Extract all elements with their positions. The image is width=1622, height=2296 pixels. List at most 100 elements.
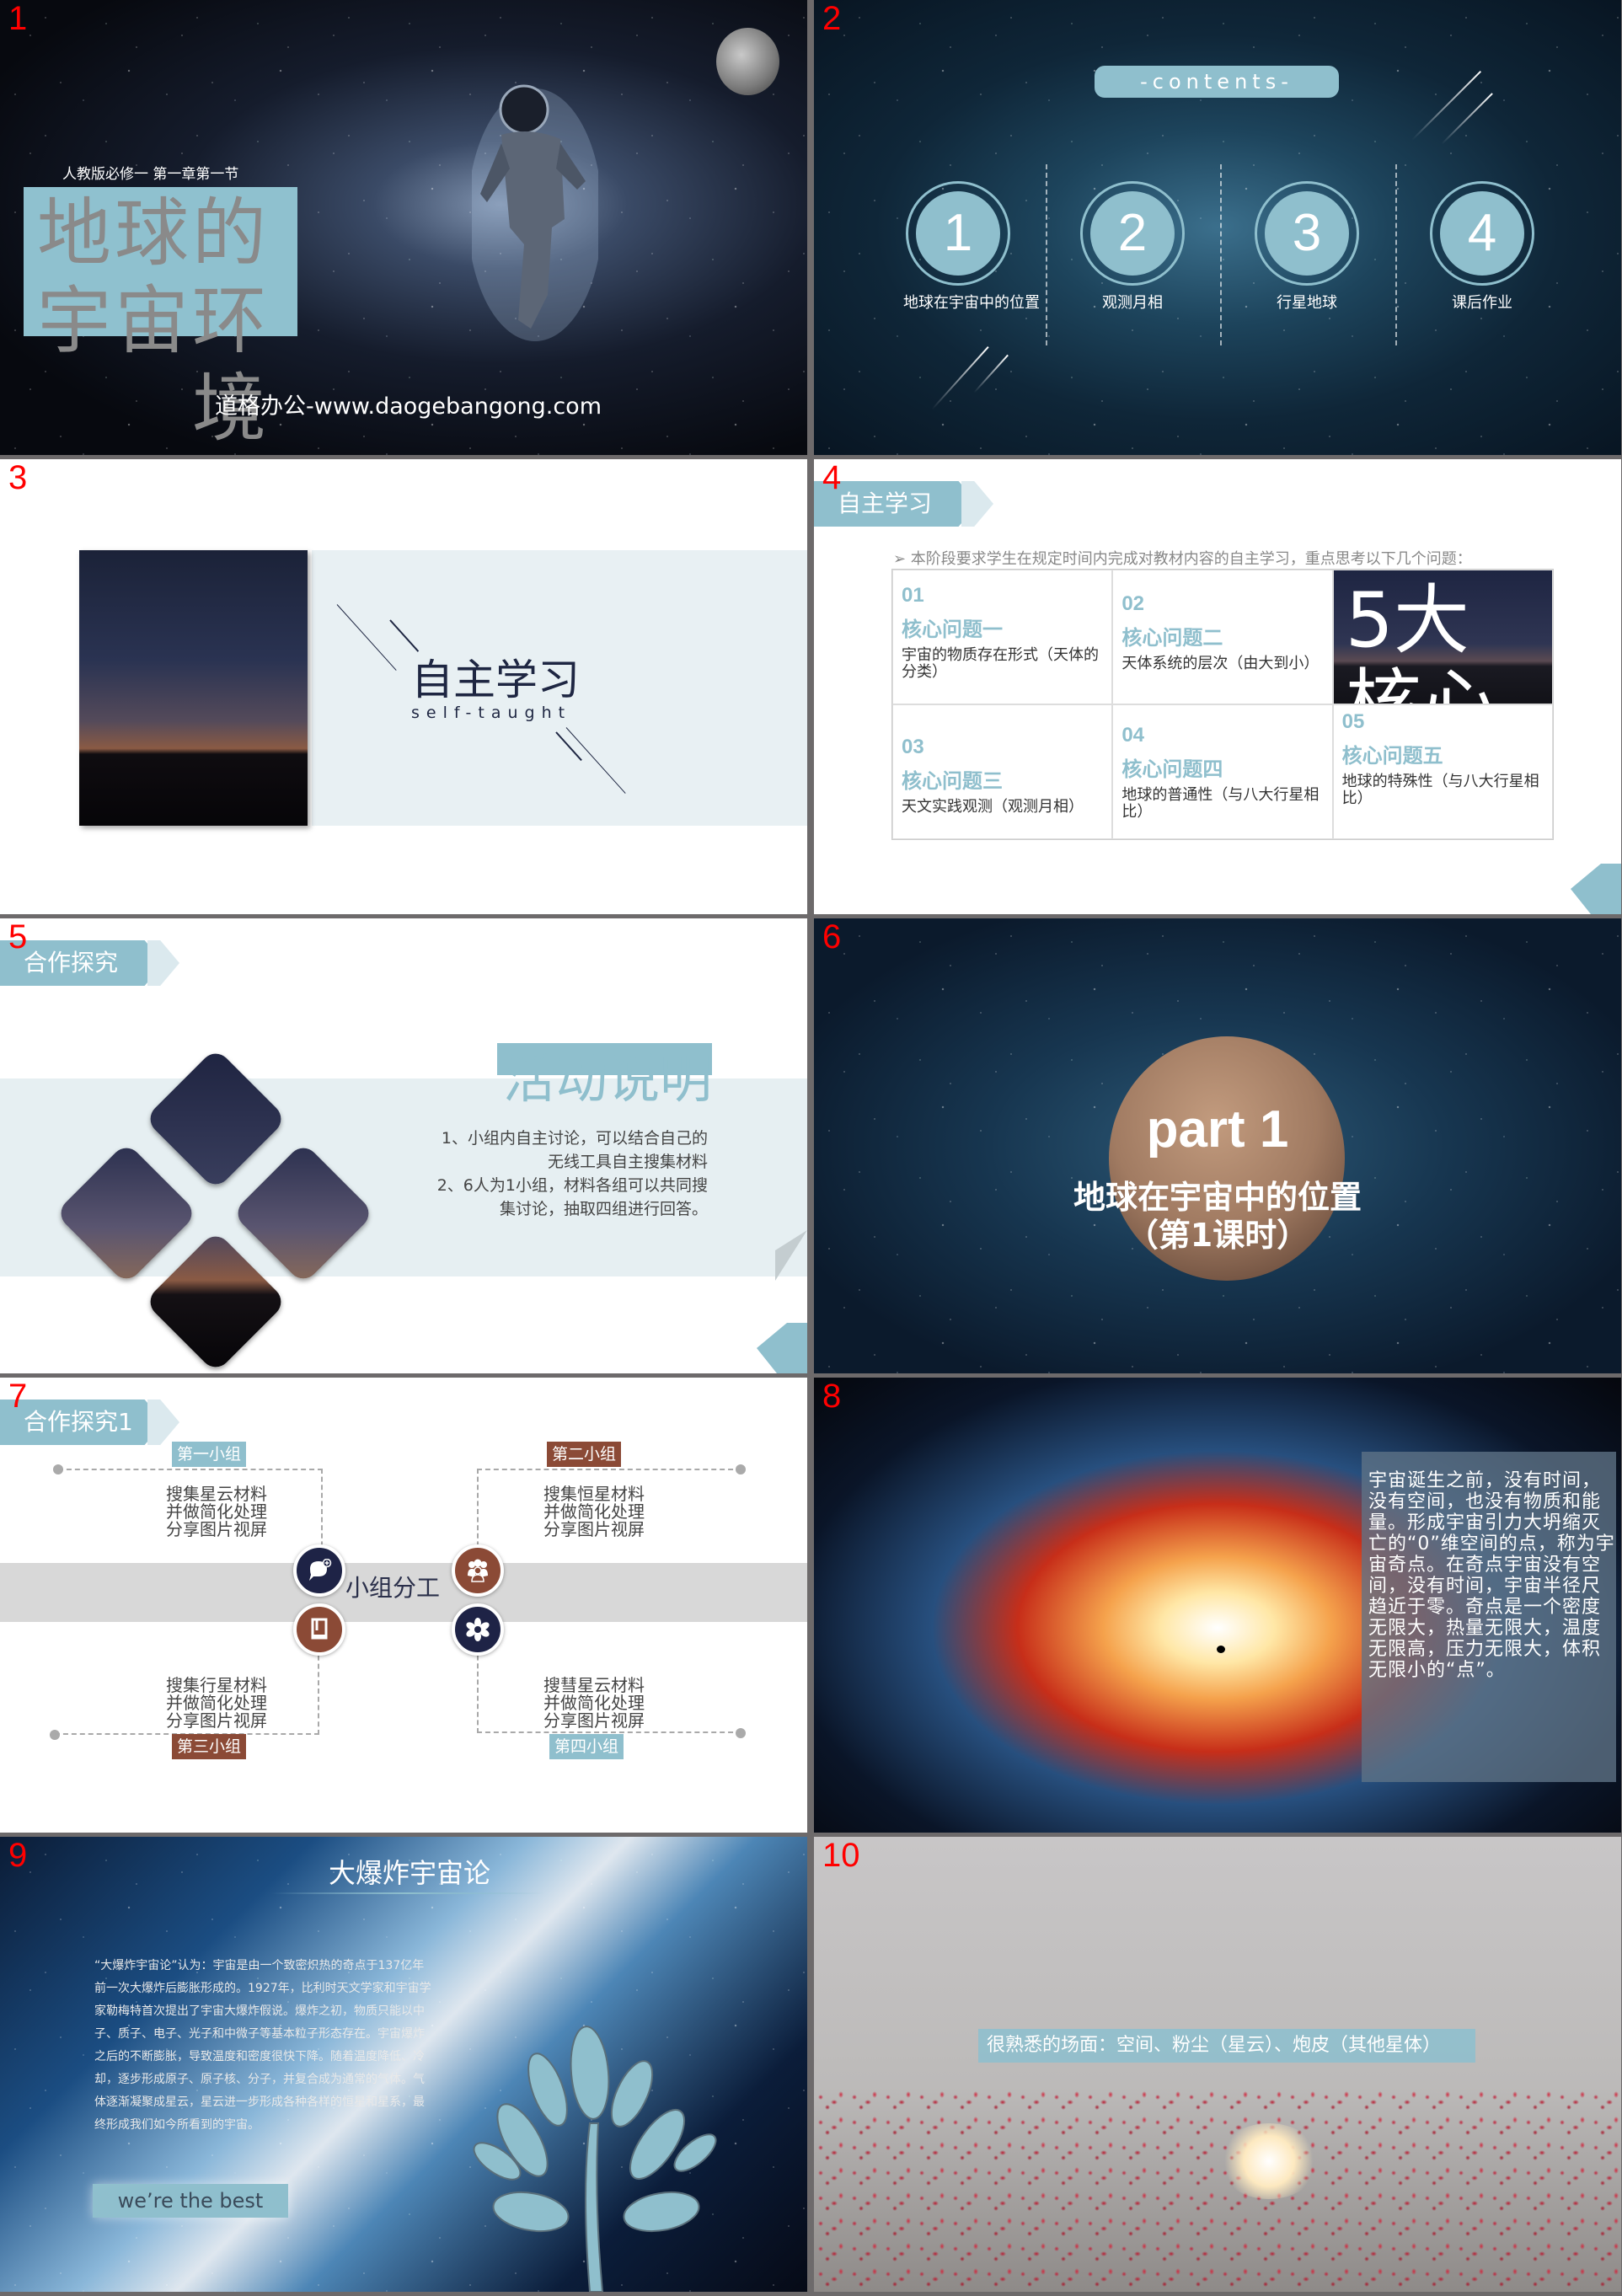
- slide-number: 2: [822, 0, 842, 37]
- question-cell[interactable]: 05 核心问题五 地球的特殊性（与八大行星相比）: [1332, 704, 1553, 839]
- task-line: 分享图片视屏: [543, 1710, 645, 1731]
- slide-6-part1[interactable]: 6 part 1 地球在宇宙中的位置 （第1课时）: [814, 918, 1621, 1373]
- slide-number: 3: [8, 459, 28, 496]
- slide-number: 8: [822, 1378, 842, 1415]
- task-line: 搜彗星云材料: [543, 1675, 645, 1695]
- contents-item-3[interactable]: 3 行星地球: [1252, 181, 1362, 313]
- slide-3-self-taught[interactable]: 3 自主学习 self-taught: [0, 459, 807, 914]
- question-desc: 天体系统的层次（由大到小）: [1121, 655, 1320, 672]
- slide-number: 9: [8, 1837, 28, 1874]
- question-cell[interactable]: 01 核心问题一 宇宙的物质存在形式（天体的分类）: [892, 570, 1113, 704]
- slide-9-big-bang[interactable]: 9 大爆炸宇宙论 “大爆炸宇宙论”认为：宇宙是由一个致密炽热的奇点于137亿年前…: [0, 1837, 807, 2292]
- slide-subtitle: 人教版必修一 第一章第一节: [62, 166, 239, 183]
- divider: [1395, 164, 1397, 345]
- divider: [1220, 164, 1222, 345]
- question-cell[interactable]: 04 核心问题四 地球的普通性（与八大行星相比）: [1112, 704, 1333, 839]
- slide-number: 4: [822, 459, 842, 496]
- task-line: 分享图片视屏: [166, 1519, 267, 1539]
- slide-10-firecrackers[interactable]: 10 很熟悉的场面：空间、粉尘（星云）、炮皮（其他星体）: [814, 1837, 1621, 2292]
- slide-number: 5: [8, 918, 28, 955]
- question-title: 核心问题二: [1121, 626, 1223, 650]
- title-line-2: 宇宙环境: [36, 277, 270, 452]
- group-3-tasks: 搜集行星材料 并做简化处理 分享图片视屏: [166, 1677, 335, 1730]
- item-label: 行星地球: [1277, 294, 1337, 312]
- slide-number: 7: [8, 1378, 28, 1415]
- question-grid: 01 核心问题一 宇宙的物质存在形式（天体的分类） 02 核心问题二 天体系统的…: [891, 569, 1554, 840]
- section-subtitle: self-taught: [411, 704, 572, 722]
- slide-8-singularity[interactable]: 8 宇宙诞生之前，没有时间，没有空间，也没有物质和能量。形成宇宙引力大坍缩灭亡的…: [814, 1378, 1621, 1833]
- slide-title: 大爆炸宇宙论: [329, 1857, 491, 1889]
- item-number: 2: [1090, 191, 1175, 276]
- question-number: 05: [1341, 710, 1365, 733]
- lesson-label: （第1课时）: [1126, 1217, 1309, 1254]
- website-text: 道格办公-www.daogebangong.com: [215, 393, 602, 420]
- tree-icon: [473, 2026, 717, 2292]
- question-number: 01: [902, 584, 924, 607]
- group-tag-4: 第四小组: [549, 1734, 624, 1759]
- slide-number: 6: [822, 918, 842, 955]
- task-line: 搜集星云材料: [166, 1484, 267, 1504]
- we-are-the-best-button[interactable]: we’re the best: [93, 2184, 288, 2218]
- corner-decoration: [757, 1323, 807, 1373]
- caption-bar: 很熟悉的场面：空间、粉尘（星云）、炮皮（其他星体）: [978, 2029, 1475, 2063]
- activity-line: 1、小组内自主讨论，可以结合自己的: [441, 1129, 708, 1148]
- task-line: 并做简化处理: [543, 1693, 645, 1713]
- activity-line: 2、6人为1小组，材料各组可以共同搜: [436, 1176, 708, 1195]
- task-line: 分享图片视屏: [543, 1519, 645, 1539]
- slide-7-group-tasks[interactable]: 合作探究1 7 小组分工 第一小组 第二小组 第三小组 第四小组 搜集星云材料 …: [0, 1378, 807, 1833]
- singularity-text: 宇宙诞生之前，没有时间，没有空间，也没有物质和能量。形成宇宙引力大坍缩灭亡的“0…: [1368, 1470, 1615, 1681]
- highlight-panel: 5大核心问题: [1332, 570, 1553, 704]
- contents-item-2[interactable]: 2 观测月相: [1078, 181, 1187, 313]
- title-line-1: 地球的: [36, 190, 270, 276]
- contents-item-1[interactable]: 1 地球在宇宙中的位置: [903, 181, 1040, 313]
- item-label: 课后作业: [1452, 294, 1512, 312]
- group-2-tasks: 搜集恒星材料 并做简化处理 分享图片视屏: [543, 1485, 712, 1539]
- question-title: 核心问题一: [902, 618, 1003, 641]
- astronaut-image: [472, 84, 598, 341]
- group-tag-1: 第一小组: [172, 1442, 247, 1467]
- moon-image: [716, 28, 779, 95]
- number-ring: 2: [1080, 181, 1185, 286]
- number-ring: 3: [1255, 181, 1359, 286]
- chat-plus-icon: [293, 1544, 345, 1597]
- activity-line: 集讨论，抽取四组进行回答。: [499, 1200, 708, 1218]
- divider: [1046, 164, 1047, 345]
- slide-2-contents[interactable]: 2 -contents- 1 地球在宇宙中的位置 2 观测月相 3 行星地球 4…: [814, 0, 1621, 455]
- activity-heading: 活动说明: [502, 1048, 712, 1110]
- task-line: 搜集行星材料: [166, 1675, 267, 1695]
- group-1-tasks: 搜集星云材料 并做简化处理 分享图片视屏: [166, 1485, 335, 1539]
- question-desc: 天文实践观测（观测月相）: [902, 798, 1084, 816]
- intro-text: ➢ 本阶段要求学生在规定时间内完成对教材内容的自主学习，重点思考以下几个问题：: [893, 550, 1472, 568]
- question-cell[interactable]: 02 核心问题二 天体系统的层次（由大到小）: [1112, 570, 1333, 704]
- section-header-arrow: [961, 481, 993, 527]
- item-label: 地球在宇宙中的位置: [903, 294, 1040, 312]
- group-tag-3: 第三小组: [172, 1734, 247, 1759]
- question-desc: 地球的普通性（与八大行星相比）: [1121, 786, 1320, 821]
- number-ring: 4: [1430, 181, 1534, 286]
- slide-number: 10: [822, 1837, 860, 1874]
- group-icon: [452, 1544, 504, 1597]
- item-number: 4: [1440, 191, 1524, 276]
- task-line: 搜集恒星材料: [543, 1484, 645, 1504]
- task-line: 并做简化处理: [166, 1501, 267, 1522]
- flower-icon: [452, 1603, 504, 1656]
- question-desc: 宇宙的物质存在形式（天体的分类）: [902, 646, 1099, 681]
- star-trail-photo: [79, 550, 308, 826]
- question-desc: 地球的特殊性（与八大行星相比）: [1341, 773, 1539, 807]
- activity-line: 无线工具自主搜集材料: [547, 1153, 708, 1171]
- contents-item-4[interactable]: 4 课后作业: [1427, 181, 1537, 313]
- slide-1-title[interactable]: 1 人教版必修一 第一章第一节 地球的 宇宙环境 道格办公-www.daogeb…: [0, 0, 807, 455]
- section-title: 自主学习: [411, 656, 580, 704]
- number-ring: 1: [906, 181, 1010, 286]
- group-4-tasks: 搜彗星云材料 并做简化处理 分享图片视屏: [543, 1677, 712, 1730]
- slide-5-activity[interactable]: 合作探究 5 活动说明 1、小组内自主讨论，可以结合自己的 无线工具自主搜集材料…: [0, 918, 807, 1373]
- slide-4-core-questions[interactable]: 自主学习 4 ➢ 本阶段要求学生在规定时间内完成对教材内容的自主学习，重点思考以…: [814, 459, 1621, 914]
- question-cell[interactable]: 03 核心问题三 天文实践观测（观测月相）: [892, 704, 1113, 839]
- item-label: 观测月相: [1102, 294, 1163, 312]
- item-number: 1: [916, 191, 1000, 276]
- question-number: 03: [902, 736, 924, 758]
- corner-decoration: [1571, 864, 1621, 914]
- firecracker-debris: [814, 2090, 1621, 2292]
- question-title: 核心问题三: [902, 769, 1003, 793]
- task-line: 分享图片视屏: [166, 1710, 267, 1731]
